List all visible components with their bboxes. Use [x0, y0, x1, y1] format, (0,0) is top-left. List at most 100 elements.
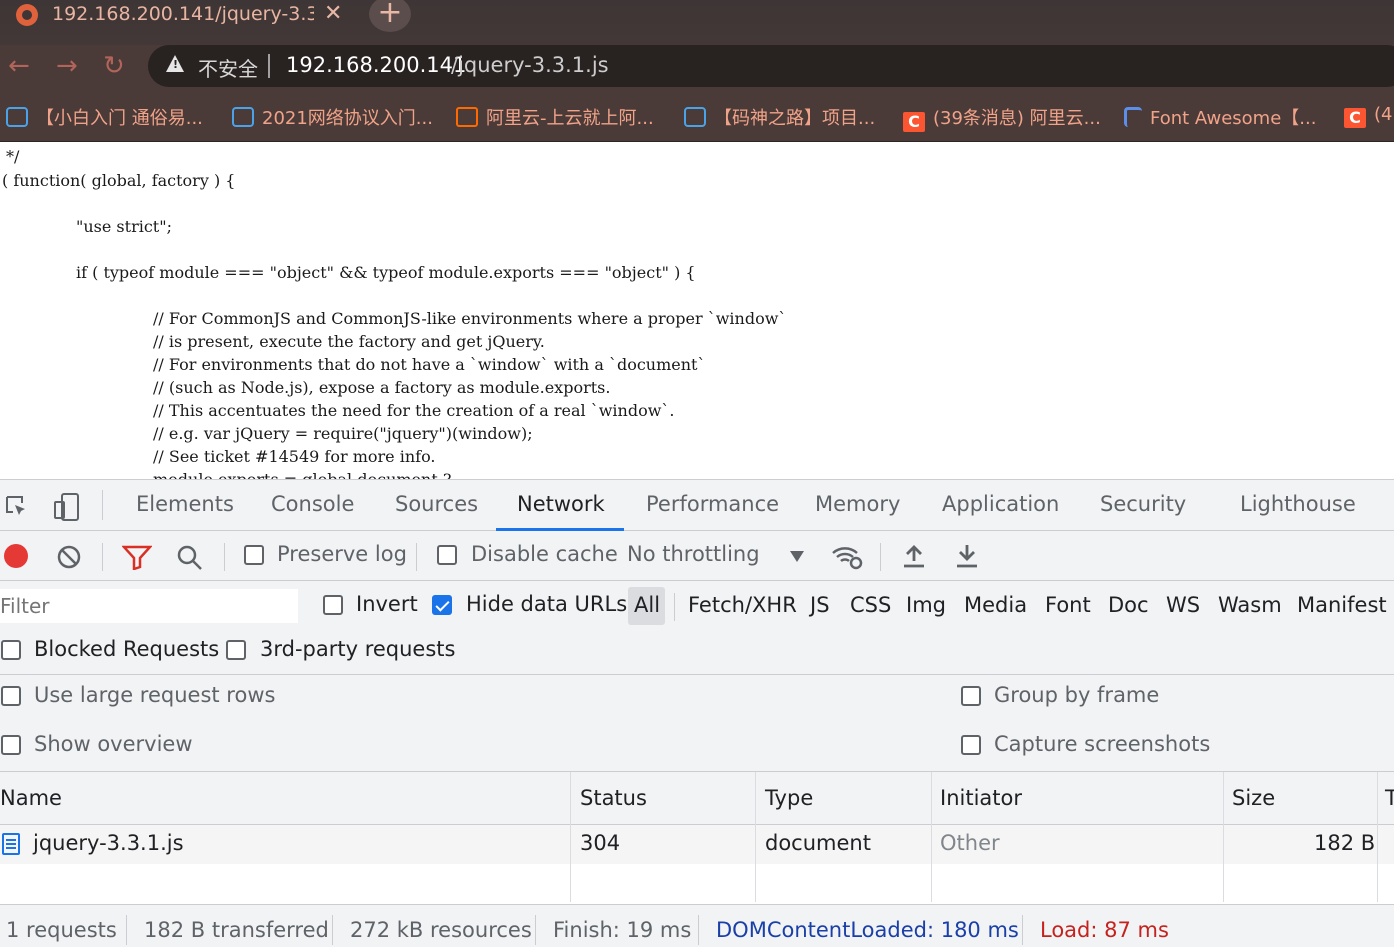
source-line: // e.g. var jQuery = require("jquery")(w…: [153, 424, 533, 443]
source-line: // See ticket #14549 for more info.: [153, 447, 436, 466]
filter-type-ws[interactable]: WS: [1166, 593, 1200, 617]
tab-network[interactable]: Network: [517, 492, 605, 516]
column-divider[interactable]: [1223, 772, 1224, 902]
security-label[interactable]: 不安全: [198, 53, 258, 82]
tab-lighthouse[interactable]: Lighthouse: [1240, 492, 1356, 516]
invert-checkbox[interactable]: [323, 595, 343, 615]
filter-icon[interactable]: [121, 544, 153, 574]
bookmark-item[interactable]: 【小白入门 通俗易...: [6, 104, 203, 130]
filter-type-media[interactable]: Media: [964, 593, 1027, 617]
import-har-icon[interactable]: [902, 543, 926, 573]
dropdown-arrow-icon[interactable]: [790, 551, 804, 562]
divider: [224, 543, 225, 571]
column-divider[interactable]: [755, 772, 756, 902]
column-time[interactable]: T: [1385, 786, 1394, 810]
column-divider[interactable]: [570, 772, 571, 902]
new-tab-button[interactable]: +: [369, 0, 411, 32]
hide-data-urls-label[interactable]: Hide data URLs: [466, 592, 627, 616]
cell-status: 304: [580, 831, 621, 855]
bookmark-item[interactable]: 2021网络协议入门...: [232, 104, 433, 130]
capture-screenshots-checkbox[interactable]: [961, 735, 981, 755]
source-line: if ( typeof module === "object" && typeo…: [76, 263, 696, 282]
group-by-frame-label[interactable]: Group by frame: [994, 683, 1159, 707]
bookmark-item[interactable]: C (4: [1344, 104, 1392, 130]
bookmark-label: 【码神之路】项目...: [714, 108, 876, 129]
tab-console[interactable]: Console: [271, 492, 354, 516]
bookmark-item[interactable]: 【码神之路】项目...: [684, 104, 875, 130]
document-icon: [2, 833, 20, 855]
source-line: "use strict";: [76, 217, 172, 236]
filter-input[interactable]: [0, 589, 298, 623]
device-toolbar-icon[interactable]: [52, 492, 82, 526]
bookmarks-bar: 【小白入门 通俗易... 2021网络协议入门... 阿里云-上云就上阿... …: [0, 92, 1394, 142]
reload-icon[interactable]: ↻: [103, 51, 125, 81]
back-arrow-icon[interactable]: ←: [8, 51, 30, 81]
inspect-element-icon[interactable]: [4, 494, 30, 524]
bookmark-item[interactable]: Font Awesome【...: [1124, 104, 1316, 130]
table-header: Name Status Type Initiator Size T: [0, 772, 1394, 825]
warning-icon[interactable]: [166, 55, 184, 72]
browser-toolbar: ← → ↻ 不安全 192.168.200.141 /jquery-3.3.1.…: [0, 45, 1394, 92]
blocked-requests-label[interactable]: Blocked Requests: [34, 637, 219, 661]
filter-type-wasm[interactable]: Wasm: [1218, 593, 1282, 617]
preserve-log-label[interactable]: Preserve log: [277, 542, 407, 566]
capture-screenshots-label[interactable]: Capture screenshots: [994, 732, 1210, 756]
tab-application[interactable]: Application: [942, 492, 1059, 516]
tab-elements[interactable]: Elements: [136, 492, 234, 516]
column-divider[interactable]: [1377, 772, 1378, 902]
bookmark-label: 阿里云-上云就上阿...: [486, 108, 654, 129]
large-rows-label[interactable]: Use large request rows: [34, 683, 275, 707]
blocked-requests-checkbox[interactable]: [1, 640, 21, 660]
disable-cache-label[interactable]: Disable cache: [471, 542, 618, 566]
forward-arrow-icon[interactable]: →: [56, 51, 78, 81]
tab-memory[interactable]: Memory: [815, 492, 900, 516]
tab-sources[interactable]: Sources: [395, 492, 478, 516]
invert-label[interactable]: Invert: [356, 592, 418, 616]
filter-type-fetch-xhr[interactable]: Fetch/XHR: [688, 593, 797, 617]
url-host[interactable]: 192.168.200.141: [286, 53, 466, 77]
search-icon[interactable]: [176, 544, 204, 576]
source-line: */: [6, 147, 20, 166]
tab-security[interactable]: Security: [1100, 492, 1186, 516]
clear-icon[interactable]: [56, 544, 82, 574]
column-name[interactable]: Name: [0, 786, 62, 810]
preserve-log-checkbox[interactable]: [244, 545, 264, 565]
bookmark-item[interactable]: C (39条消息) 阿里云...: [903, 104, 1101, 132]
third-party-checkbox[interactable]: [226, 640, 246, 660]
flag-icon: [1124, 107, 1142, 127]
hide-data-urls-checkbox[interactable]: [432, 595, 452, 615]
column-initiator[interactable]: Initiator: [940, 786, 1022, 810]
close-tab-icon[interactable]: ✕: [324, 1, 342, 26]
network-conditions-icon[interactable]: [830, 543, 864, 575]
column-divider[interactable]: [931, 772, 932, 902]
browser-tab[interactable]: 192.168.200.141/jquery-3.3.1.js ✕: [0, 0, 350, 40]
cell-name[interactable]: jquery-3.3.1.js: [33, 831, 184, 855]
large-rows-checkbox[interactable]: [1, 686, 21, 706]
throttling-select[interactable]: No throttling: [627, 542, 760, 566]
column-size[interactable]: Size: [1232, 786, 1275, 810]
load-time: Load: 87 ms: [1040, 918, 1169, 942]
column-type[interactable]: Type: [765, 786, 813, 810]
filter-type-css[interactable]: CSS: [850, 593, 891, 617]
bookmark-label: 【小白入门 通俗易...: [36, 108, 203, 129]
filter-type-img[interactable]: Img: [906, 593, 946, 617]
disable-cache-checkbox[interactable]: [437, 545, 457, 565]
filter-type-all[interactable]: All: [634, 593, 660, 617]
url-path[interactable]: /jquery-3.3.1.js: [451, 53, 609, 77]
bookmark-item[interactable]: 阿里云-上云就上阿...: [456, 104, 654, 130]
show-overview-label[interactable]: Show overview: [34, 732, 193, 756]
filter-type-doc[interactable]: Doc: [1108, 593, 1149, 617]
tab-performance[interactable]: Performance: [646, 492, 779, 516]
record-icon[interactable]: [4, 544, 28, 568]
address-bar[interactable]: 不安全 192.168.200.141 /jquery-3.3.1.js: [148, 45, 1394, 87]
show-overview-checkbox[interactable]: [1, 735, 21, 755]
filter-type-font[interactable]: Font: [1045, 593, 1091, 617]
export-har-icon[interactable]: [955, 543, 979, 573]
third-party-label[interactable]: 3rd-party requests: [260, 637, 455, 661]
group-by-frame-checkbox[interactable]: [961, 686, 981, 706]
filter-type-js[interactable]: JS: [810, 593, 830, 617]
tab-strip: 192.168.200.141/jquery-3.3.1.js ✕ +: [0, 0, 1394, 45]
column-status[interactable]: Status: [580, 786, 647, 810]
table-row[interactable]: jquery-3.3.1.js 304 document Other 182 B: [0, 825, 1394, 864]
filter-type-manifest[interactable]: Manifest: [1297, 593, 1387, 617]
